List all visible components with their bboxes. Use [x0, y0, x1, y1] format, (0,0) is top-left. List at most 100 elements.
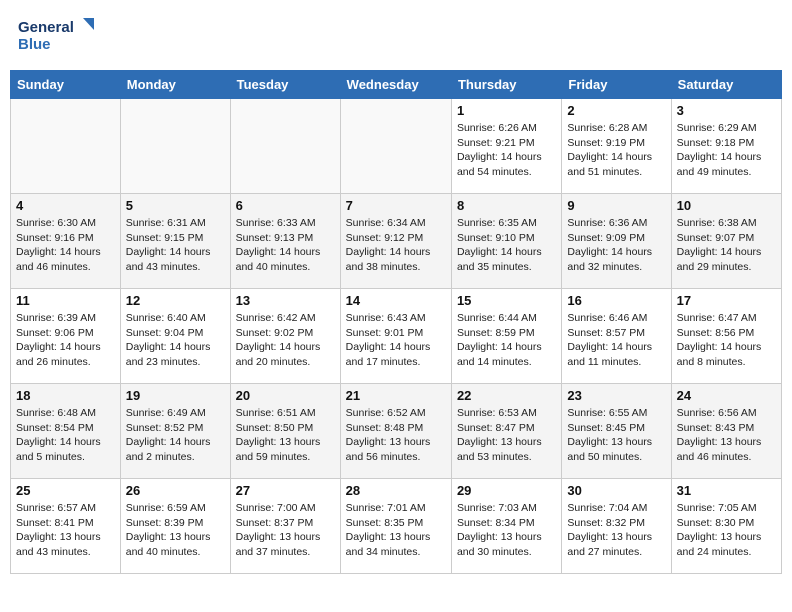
day-number: 27	[236, 483, 335, 498]
day-number: 2	[567, 103, 665, 118]
day-info: Sunrise: 6:57 AM Sunset: 8:41 PM Dayligh…	[16, 501, 115, 560]
day-number: 3	[677, 103, 776, 118]
logo: General Blue	[18, 14, 98, 58]
day-number: 5	[126, 198, 225, 213]
day-number: 14	[346, 293, 446, 308]
day-number: 1	[457, 103, 556, 118]
day-info: Sunrise: 6:42 AM Sunset: 9:02 PM Dayligh…	[236, 311, 335, 370]
calendar-cell: 20 Sunrise: 6:51 AM Sunset: 8:50 PM Dayli…	[230, 384, 340, 479]
day-number: 13	[236, 293, 335, 308]
week-row-4: 18 Sunrise: 6:48 AM Sunset: 8:54 PM Dayli…	[11, 384, 782, 479]
calendar-cell: 12Sunrise: 6:40 AM Sunset: 9:04 PM Dayli…	[120, 289, 230, 384]
day-number: 21	[346, 388, 446, 403]
day-number: 4	[16, 198, 115, 213]
calendar-cell: 4Sunrise: 6:30 AM Sunset: 9:16 PM Daylig…	[11, 194, 121, 289]
calendar-cell: 29 Sunrise: 7:03 AM Sunset: 8:34 PM Dayli…	[451, 479, 561, 574]
day-number: 8	[457, 198, 556, 213]
weekday-header-tuesday: Tuesday	[230, 71, 340, 99]
day-info: Sunrise: 6:43 AM Sunset: 9:01 PM Dayligh…	[346, 311, 446, 370]
day-number: 16	[567, 293, 665, 308]
day-number: 6	[236, 198, 335, 213]
day-number: 26	[126, 483, 225, 498]
calendar-cell: 2 Sunrise: 6:28 AM Sunset: 9:19 PM Daylig…	[562, 99, 671, 194]
week-row-2: 4Sunrise: 6:30 AM Sunset: 9:16 PM Daylig…	[11, 194, 782, 289]
calendar-cell: 9Sunrise: 6:36 AM Sunset: 9:09 PM Daylig…	[562, 194, 671, 289]
day-info: Sunrise: 7:04 AM Sunset: 8:32 PM Dayligh…	[567, 501, 665, 560]
calendar-cell: 26 Sunrise: 6:59 AM Sunset: 8:39 PM Dayli…	[120, 479, 230, 574]
day-info: Sunrise: 6:26 AM Sunset: 9:21 PM Dayligh…	[457, 121, 556, 180]
day-number: 31	[677, 483, 776, 498]
calendar-cell: 17Sunrise: 6:47 AM Sunset: 8:56 PM Dayli…	[671, 289, 781, 384]
calendar-cell: 6 Sunrise: 6:33 AM Sunset: 9:13 PM Daylig…	[230, 194, 340, 289]
day-info: Sunrise: 7:00 AM Sunset: 8:37 PM Dayligh…	[236, 501, 335, 560]
weekday-header-saturday: Saturday	[671, 71, 781, 99]
week-row-1: 1 Sunrise: 6:26 AM Sunset: 9:21 PM Daylig…	[11, 99, 782, 194]
day-info: Sunrise: 7:05 AM Sunset: 8:30 PM Dayligh…	[677, 501, 776, 560]
day-info: Sunrise: 7:03 AM Sunset: 8:34 PM Dayligh…	[457, 501, 556, 560]
calendar-cell	[120, 99, 230, 194]
day-info: Sunrise: 6:40 AM Sunset: 9:04 PM Dayligh…	[126, 311, 225, 370]
day-info: Sunrise: 6:29 AM Sunset: 9:18 PM Dayligh…	[677, 121, 776, 180]
calendar-cell: 5Sunrise: 6:31 AM Sunset: 9:15 PM Daylig…	[120, 194, 230, 289]
day-info: Sunrise: 6:36 AM Sunset: 9:09 PM Dayligh…	[567, 216, 665, 275]
day-info: Sunrise: 6:55 AM Sunset: 8:45 PM Dayligh…	[567, 406, 665, 465]
logo-svg: General Blue	[18, 14, 98, 58]
calendar-cell	[230, 99, 340, 194]
calendar-cell: 31 Sunrise: 7:05 AM Sunset: 8:30 PM Dayli…	[671, 479, 781, 574]
page-header: General Blue	[10, 10, 782, 62]
day-info: Sunrise: 6:51 AM Sunset: 8:50 PM Dayligh…	[236, 406, 335, 465]
day-info: Sunrise: 6:52 AM Sunset: 8:48 PM Dayligh…	[346, 406, 446, 465]
calendar-cell: 21 Sunrise: 6:52 AM Sunset: 8:48 PM Dayli…	[340, 384, 451, 479]
calendar-cell: 27 Sunrise: 7:00 AM Sunset: 8:37 PM Dayli…	[230, 479, 340, 574]
day-number: 25	[16, 483, 115, 498]
weekday-header-row: SundayMondayTuesdayWednesdayThursdayFrid…	[11, 71, 782, 99]
calendar-cell: 24 Sunrise: 6:56 AM Sunset: 8:43 PM Dayli…	[671, 384, 781, 479]
weekday-header-sunday: Sunday	[11, 71, 121, 99]
day-info: Sunrise: 6:47 AM Sunset: 8:56 PM Dayligh…	[677, 311, 776, 370]
day-number: 23	[567, 388, 665, 403]
weekday-header-friday: Friday	[562, 71, 671, 99]
day-number: 29	[457, 483, 556, 498]
calendar-cell: 23 Sunrise: 6:55 AM Sunset: 8:45 PM Dayli…	[562, 384, 671, 479]
day-info: Sunrise: 6:56 AM Sunset: 8:43 PM Dayligh…	[677, 406, 776, 465]
day-info: Sunrise: 6:49 AM Sunset: 8:52 PM Dayligh…	[126, 406, 225, 465]
calendar-cell: 8Sunrise: 6:35 AM Sunset: 9:10 PM Daylig…	[451, 194, 561, 289]
day-number: 24	[677, 388, 776, 403]
day-number: 10	[677, 198, 776, 213]
day-info: Sunrise: 6:33 AM Sunset: 9:13 PM Dayligh…	[236, 216, 335, 275]
calendar-cell: 15 Sunrise: 6:44 AM Sunset: 8:59 PM Dayli…	[451, 289, 561, 384]
day-info: Sunrise: 6:59 AM Sunset: 8:39 PM Dayligh…	[126, 501, 225, 560]
day-info: Sunrise: 6:38 AM Sunset: 9:07 PM Dayligh…	[677, 216, 776, 275]
day-number: 11	[16, 293, 115, 308]
calendar-cell: 14 Sunrise: 6:43 AM Sunset: 9:01 PM Dayli…	[340, 289, 451, 384]
calendar-cell: 7 Sunrise: 6:34 AM Sunset: 9:12 PM Daylig…	[340, 194, 451, 289]
day-info: Sunrise: 6:34 AM Sunset: 9:12 PM Dayligh…	[346, 216, 446, 275]
weekday-header-monday: Monday	[120, 71, 230, 99]
calendar-cell: 16 Sunrise: 6:46 AM Sunset: 8:57 PM Dayli…	[562, 289, 671, 384]
calendar-cell: 30Sunrise: 7:04 AM Sunset: 8:32 PM Dayli…	[562, 479, 671, 574]
svg-text:Blue: Blue	[18, 36, 51, 53]
calendar-cell: 18 Sunrise: 6:48 AM Sunset: 8:54 PM Dayli…	[11, 384, 121, 479]
day-number: 15	[457, 293, 556, 308]
day-info: Sunrise: 6:46 AM Sunset: 8:57 PM Dayligh…	[567, 311, 665, 370]
day-number: 7	[346, 198, 446, 213]
week-row-5: 25 Sunrise: 6:57 AM Sunset: 8:41 PM Dayli…	[11, 479, 782, 574]
week-row-3: 11 Sunrise: 6:39 AM Sunset: 9:06 PM Dayli…	[11, 289, 782, 384]
calendar-cell: 3 Sunrise: 6:29 AM Sunset: 9:18 PM Daylig…	[671, 99, 781, 194]
svg-text:General: General	[18, 19, 74, 36]
weekday-header-thursday: Thursday	[451, 71, 561, 99]
day-info: Sunrise: 6:28 AM Sunset: 9:19 PM Dayligh…	[567, 121, 665, 180]
weekday-header-wednesday: Wednesday	[340, 71, 451, 99]
day-info: Sunrise: 6:39 AM Sunset: 9:06 PM Dayligh…	[16, 311, 115, 370]
day-number: 22	[457, 388, 556, 403]
day-info: Sunrise: 6:53 AM Sunset: 8:47 PM Dayligh…	[457, 406, 556, 465]
day-info: Sunrise: 7:01 AM Sunset: 8:35 PM Dayligh…	[346, 501, 446, 560]
day-number: 18	[16, 388, 115, 403]
calendar-cell	[340, 99, 451, 194]
day-info: Sunrise: 6:44 AM Sunset: 8:59 PM Dayligh…	[457, 311, 556, 370]
day-number: 20	[236, 388, 335, 403]
calendar-cell	[11, 99, 121, 194]
calendar-table: SundayMondayTuesdayWednesdayThursdayFrid…	[10, 70, 782, 574]
day-info: Sunrise: 6:48 AM Sunset: 8:54 PM Dayligh…	[16, 406, 115, 465]
calendar-cell: 28Sunrise: 7:01 AM Sunset: 8:35 PM Dayli…	[340, 479, 451, 574]
